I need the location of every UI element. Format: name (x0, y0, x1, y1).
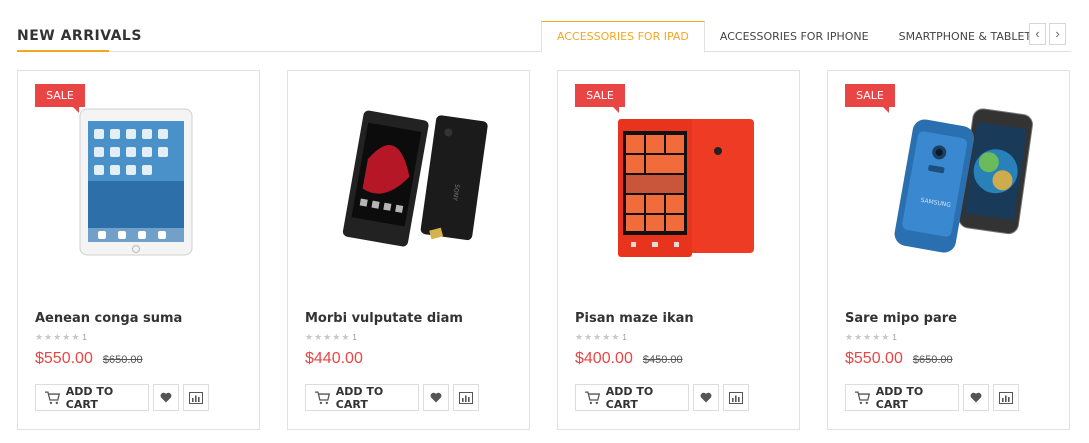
star-icon: ★ (845, 332, 854, 342)
add-to-cart-button[interactable]: ADD TO CART (845, 384, 959, 411)
star-icon: ★ (35, 332, 44, 342)
add-to-cart-label: ADD TO CART (65, 384, 114, 411)
tab-smartphone-tablets[interactable]: SMARTPHONE & TABLETS (884, 21, 1054, 53)
star-icon: ★ (71, 332, 80, 342)
price-block: $400.00 $450.00 (575, 350, 683, 368)
product-image-samsung-galaxy[interactable]: SAMSUNG (868, 103, 1033, 263)
heart-icon (700, 392, 712, 403)
compare-chart-icon (999, 391, 1013, 404)
star-icon: ★ (53, 332, 62, 342)
old-price: $650.00 (912, 354, 953, 366)
tab-accessories-iphone[interactable]: ACCESSORIES FOR IPHONE (705, 21, 884, 53)
product-card[interactable]: SALE SAMSUNG Sare mipo pare ★ ★ ★ ★ ★ 1 $550… (827, 70, 1070, 430)
card-actions: ADD TO CART (845, 384, 1019, 411)
cart-icon (44, 390, 60, 404)
price-block: $550.00 $650.00 (35, 350, 143, 368)
price-block: $440.00 (305, 350, 363, 368)
rating-count: 1 (892, 332, 897, 342)
wishlist-button[interactable] (153, 384, 179, 411)
star-icon: ★ (872, 332, 881, 342)
old-price: $650.00 (102, 354, 143, 366)
carousel-nav: ‹ › (1029, 23, 1066, 45)
add-to-cart-label: ADD TO CART (335, 384, 384, 411)
star-icon: ★ (863, 332, 872, 342)
compare-button[interactable] (453, 384, 479, 411)
compare-chart-icon (459, 391, 473, 404)
category-tabs: ACCESSORIES FOR IPAD ACCESSORIES FOR IPH… (541, 21, 1053, 53)
rating-stars: ★ ★ ★ ★ ★ 1 (575, 332, 627, 342)
star-icon: ★ (593, 332, 602, 342)
compare-chart-icon (729, 391, 743, 404)
rating-count: 1 (352, 332, 357, 342)
product-name[interactable]: Sare mipo pare (845, 311, 957, 326)
product-card[interactable]: SONY Morbi vulputate diam ★ ★ ★ ★ ★ 1 $440.0… (287, 70, 530, 430)
cart-icon (854, 390, 870, 404)
star-icon: ★ (611, 332, 620, 342)
star-icon: ★ (341, 332, 350, 342)
star-icon: ★ (62, 332, 71, 342)
compare-button[interactable] (993, 384, 1019, 411)
current-price: $550.00 (35, 350, 93, 367)
product-name[interactable]: Aenean conga suma (35, 311, 182, 326)
compare-chart-icon (189, 391, 203, 404)
wishlist-button[interactable] (963, 384, 989, 411)
rating-count: 1 (622, 332, 627, 342)
heart-icon (160, 392, 172, 403)
product-image-ipad[interactable] (58, 103, 223, 263)
section-title: NEW ARRIVALS (17, 28, 142, 44)
prev-arrow-button[interactable]: ‹ (1029, 23, 1046, 45)
heart-icon (430, 392, 442, 403)
compare-button[interactable] (183, 384, 209, 411)
product-image-sony-xperia[interactable]: SONY (328, 103, 493, 263)
wishlist-button[interactable] (423, 384, 449, 411)
add-to-cart-button[interactable]: ADD TO CART (35, 384, 149, 411)
product-image-nokia-lumia[interactable] (598, 103, 763, 263)
add-to-cart-label: ADD TO CART (605, 384, 654, 411)
star-icon: ★ (575, 332, 584, 342)
heart-icon (970, 392, 982, 403)
rating-stars: ★ ★ ★ ★ ★ 1 (845, 332, 897, 342)
product-card[interactable]: SALE Aenean conga suma ★ ★ ★ ★ ★ 1 $550.00 $… (17, 70, 260, 430)
add-to-cart-button[interactable]: ADD TO CART (305, 384, 419, 411)
card-actions: ADD TO CART (305, 384, 479, 411)
product-card[interactable]: SALE Pisan maze ikan ★ ★ ★ ★ ★ 1 $400.00 $45… (557, 70, 800, 430)
price-block: $550.00 $650.00 (845, 350, 953, 368)
star-icon: ★ (44, 332, 53, 342)
current-price: $400.00 (575, 350, 633, 367)
old-price: $450.00 (642, 354, 683, 366)
tab-accessories-ipad[interactable]: ACCESSORIES FOR IPAD (541, 21, 705, 53)
star-icon: ★ (305, 332, 314, 342)
add-to-cart-button[interactable]: ADD TO CART (575, 384, 689, 411)
star-icon: ★ (854, 332, 863, 342)
rating-count: 1 (82, 332, 87, 342)
cart-icon (314, 390, 330, 404)
product-name[interactable]: Pisan maze ikan (575, 311, 694, 326)
current-price: $550.00 (845, 350, 903, 367)
card-actions: ADD TO CART (575, 384, 749, 411)
star-icon: ★ (602, 332, 611, 342)
current-price: $440.00 (305, 350, 363, 367)
next-arrow-button[interactable]: › (1049, 23, 1066, 45)
card-actions: ADD TO CART (35, 384, 209, 411)
star-icon: ★ (314, 332, 323, 342)
compare-button[interactable] (723, 384, 749, 411)
star-icon: ★ (584, 332, 593, 342)
star-icon: ★ (323, 332, 332, 342)
section-header: NEW ARRIVALS ACCESSORIES FOR IPAD ACCESS… (17, 0, 1071, 53)
add-to-cart-label: ADD TO CART (875, 384, 924, 411)
rating-stars: ★ ★ ★ ★ ★ 1 (35, 332, 87, 342)
star-icon: ★ (881, 332, 890, 342)
star-icon: ★ (332, 332, 341, 342)
wishlist-button[interactable] (693, 384, 719, 411)
rating-stars: ★ ★ ★ ★ ★ 1 (305, 332, 357, 342)
title-underline (17, 50, 109, 52)
cart-icon (584, 390, 600, 404)
product-name[interactable]: Morbi vulputate diam (305, 311, 463, 326)
